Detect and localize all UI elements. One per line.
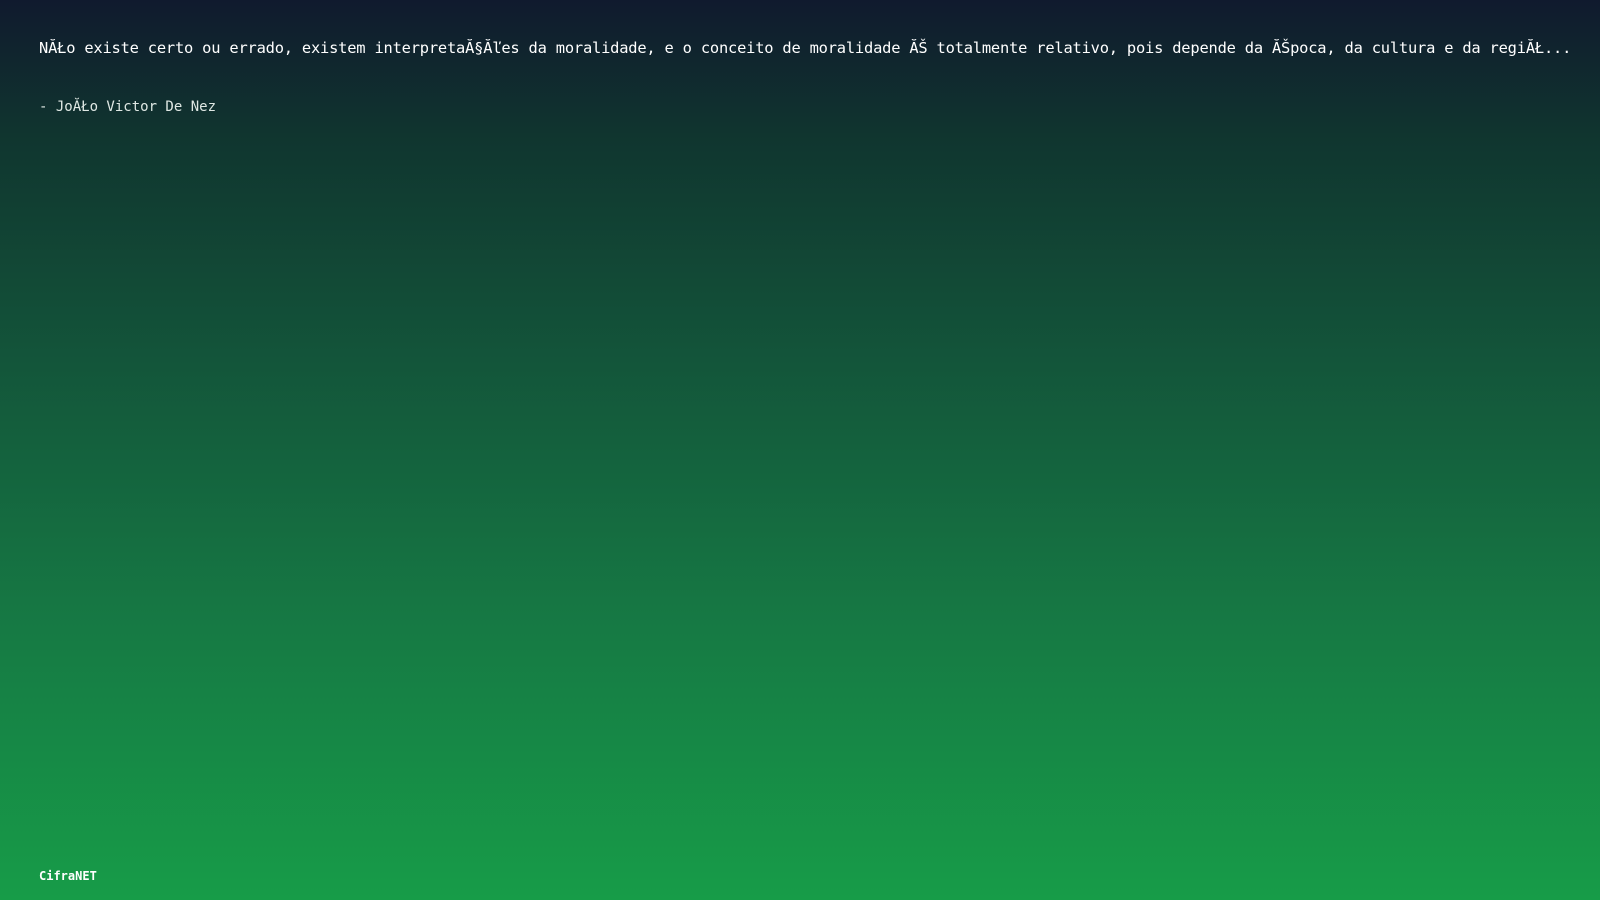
brand-watermark: CifraNET [39,869,97,883]
quote-text: NĂŁo existe certo ou errado, existem int… [39,39,1569,57]
quote-author: - JoĂŁo Victor De Nez [39,99,217,115]
